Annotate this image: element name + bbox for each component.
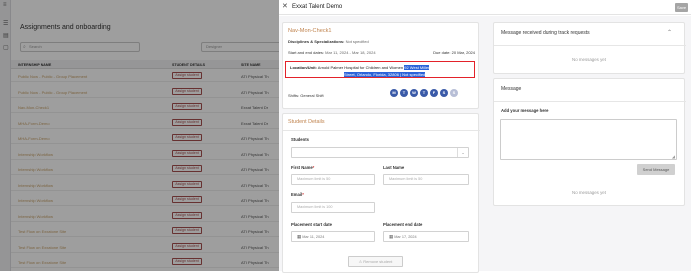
due-label: Due date: xyxy=(433,50,451,55)
last-name-field[interactable]: Maximum limit is 50 xyxy=(383,174,469,185)
save-button[interactable]: Save xyxy=(675,3,688,12)
remove-student-button[interactable]: ⚠ Remove student xyxy=(348,256,403,267)
placement-card: Nav-Mon-Check1 Disciplines & Specializat… xyxy=(282,22,479,109)
weekday-badge: T xyxy=(420,89,428,97)
calendar-icon: ▦ xyxy=(297,234,302,239)
start-date-value: Mar 11, 2024 xyxy=(302,235,325,239)
close-icon[interactable]: ✕ xyxy=(282,3,288,11)
disciplines-line: Disciplines & Specializations: Not speci… xyxy=(288,39,369,44)
remove-student-label: Remove student xyxy=(363,259,393,264)
messages-received-card: Message received during track requests ⌃… xyxy=(493,22,686,74)
trash-icon: ⚠ xyxy=(358,259,363,264)
weekday-badges: MTWTFSS xyxy=(390,89,458,98)
student-details-card: Student Details Students ⌄ First Name* M… xyxy=(282,113,480,273)
first-name-label: First Name* xyxy=(291,165,315,170)
send-message-button[interactable]: Send Message xyxy=(637,164,675,175)
no-messages-text: No messages yet xyxy=(572,57,606,62)
dates-line: Start and end dates: Mar 11, 2024 - Mar … xyxy=(288,50,376,55)
last-name-label: Last Name xyxy=(383,165,405,170)
location-selected-text-1[interactable]: 92 West Miller xyxy=(404,65,430,70)
modal-body: Nav-Mon-Check1 Disciplines & Specializat… xyxy=(279,16,691,273)
modal-header: ✕ Exxat Talent Demo Save xyxy=(279,0,691,15)
calendar-icon: ▦ xyxy=(389,234,394,239)
email-label: Email* xyxy=(291,192,304,197)
resize-grip-icon[interactable]: ◢ xyxy=(672,154,675,159)
modal-title: Exxat Talent Demo xyxy=(292,4,343,10)
placement-modal: ✕ Exxat Talent Demo Save Nav-Mon-Check1 … xyxy=(279,0,691,273)
disciplines-value: Not specified xyxy=(345,39,369,44)
add-message-label: Add your message here xyxy=(501,108,549,113)
message-title: Message xyxy=(501,86,522,92)
shifts-value: General Shift xyxy=(300,93,324,98)
start-date-label: Placement start date xyxy=(291,222,332,227)
end-date-label: Placement end date xyxy=(383,222,423,227)
weekday-badge: T xyxy=(400,89,408,97)
first-name-field[interactable]: Maximum limit is 50 xyxy=(291,174,375,185)
location-highlight-box: Location/Unit: Arnold Palmer Hospital fo… xyxy=(285,61,475,78)
message-textarea[interactable]: ◢ xyxy=(500,119,677,160)
weekday-badge: S xyxy=(450,89,458,97)
chevron-down-icon: ⌄ xyxy=(457,148,468,157)
location-value: Arnold Palmer Hospital for Children and … xyxy=(317,65,404,70)
end-date-field[interactable]: ▦Mar 17, 2024 xyxy=(383,231,469,242)
messages-received-title: Message received during track requests xyxy=(501,30,590,36)
weekday-badge: W xyxy=(410,89,418,97)
students-label: Students xyxy=(291,137,309,142)
message-card: Message Add your message here ◢ Send Mes… xyxy=(493,78,686,206)
location-line-2: Street, Orlando, Florida, 32806 | Not sp… xyxy=(344,72,426,77)
shifts-label: Shifts: xyxy=(288,93,300,98)
start-date-field[interactable]: ▦Mar 11, 2024 xyxy=(291,231,375,242)
divider xyxy=(283,130,480,131)
location-line: Location/Unit: Arnold Palmer Hospital fo… xyxy=(290,65,430,70)
dates-value: Mar 11, 2024 - Mar 18, 2024 xyxy=(325,50,376,55)
weekday-badge: S xyxy=(440,89,448,97)
end-date-value: Mar 17, 2024 xyxy=(394,235,417,239)
chevron-up-icon[interactable]: ⌃ xyxy=(667,29,672,36)
location-selected-text-2[interactable]: Street, Orlando, Florida, 32806 | Not sp… xyxy=(344,72,426,77)
students-select[interactable]: ⌄ xyxy=(291,147,469,158)
divider xyxy=(494,45,686,46)
weekday-badge: F xyxy=(430,89,438,97)
due-date: Due date: 20 Mar, 2024 xyxy=(433,50,475,55)
location-label: Location/Unit: xyxy=(290,65,317,70)
dates-label: Start and end dates: xyxy=(288,50,325,55)
email-field[interactable]: Maximum limit is 100 xyxy=(291,202,375,213)
no-messages-text: No messages yet xyxy=(572,190,606,195)
placement-title: Nav-Mon-Check1 xyxy=(288,28,332,34)
weekday-badge: M xyxy=(390,89,398,97)
student-details-title: Student Details xyxy=(288,119,325,125)
due-value: 20 Mar, 2024 xyxy=(451,50,475,55)
shifts-line: Shifts: General Shift xyxy=(288,93,324,98)
disciplines-label: Disciplines & Specializations: xyxy=(288,39,345,44)
divider xyxy=(494,101,686,102)
